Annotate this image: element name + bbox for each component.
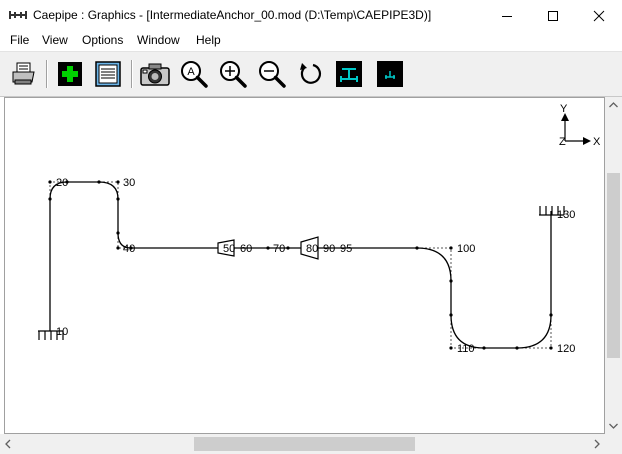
section-button[interactable] (333, 58, 365, 90)
scroll-left-icon[interactable] (0, 434, 17, 454)
scroll-up-icon[interactable] (605, 97, 622, 114)
menu-bar: File View Options Window Help (0, 31, 622, 52)
node-label-130: 130 (557, 209, 575, 221)
zoom-out-icon (259, 61, 286, 88)
menu-help[interactable]: Help (196, 33, 221, 47)
axis-x-label: X (593, 136, 601, 148)
app-icon (9, 11, 27, 19)
vertical-scroll-thumb[interactable] (607, 173, 620, 358)
rotate-button[interactable] (295, 58, 327, 90)
node-label-30: 30 (123, 177, 135, 189)
node-label-70: 70 (273, 243, 285, 255)
list-icon (95, 61, 121, 87)
node-label-95: 95 (340, 243, 352, 255)
toolbar: A (0, 52, 622, 97)
pipe-run (49, 181, 552, 349)
maximize-button[interactable] (530, 0, 576, 31)
camera-icon (140, 63, 170, 86)
small-section-button[interactable] (374, 58, 406, 90)
list-button[interactable] (92, 58, 124, 90)
scrollbar-corner (605, 434, 622, 454)
window-title: Caepipe : Graphics - [IntermediateAnchor… (33, 8, 432, 22)
zoom-out-button[interactable] (256, 58, 288, 90)
zoom-in-button[interactable] (217, 58, 249, 90)
close-button[interactable] (576, 0, 622, 31)
axis-triad: Y Z X (559, 103, 601, 148)
snapshot-button[interactable] (139, 58, 171, 90)
print-icon (12, 62, 35, 85)
horizontal-scroll-thumb[interactable] (194, 437, 415, 451)
svg-text:A: A (187, 66, 195, 78)
menu-file[interactable]: File (10, 33, 29, 47)
node-label-100: 100 (457, 243, 475, 255)
title-bar: Caepipe : Graphics - [IntermediateAnchor… (0, 0, 622, 31)
rotate-icon (300, 63, 322, 84)
bend-construction-lines (49, 181, 552, 349)
toolbar-separator (46, 60, 48, 88)
vertical-scrollbar[interactable] (605, 97, 622, 434)
node-label-20: 20 (56, 177, 68, 189)
print-button[interactable] (8, 58, 40, 90)
menu-view[interactable]: View (42, 33, 68, 47)
minimize-icon (502, 15, 512, 17)
menu-window[interactable]: Window (137, 33, 180, 47)
node-label-40: 40 (123, 243, 135, 255)
node-label-80: 80 (306, 243, 318, 255)
toolbar-separator (131, 60, 133, 88)
small-section-icon (377, 61, 403, 87)
axis-y-label: Y (560, 103, 568, 115)
zoom-in-icon (220, 61, 247, 88)
node-points (48, 180, 553, 350)
node-label-110: 110 (457, 343, 475, 355)
axis-z-label: Z (559, 136, 566, 148)
node-label-120: 120 (557, 343, 575, 355)
node-label-60: 60 (240, 243, 252, 255)
node-label-50: 50 (223, 243, 235, 255)
zoom-auto-icon: A (181, 61, 208, 88)
scroll-down-icon[interactable] (605, 417, 622, 434)
add-button[interactable] (54, 58, 86, 90)
node-label-90: 90 (323, 243, 335, 255)
section-icon (336, 61, 362, 87)
add-icon (58, 62, 82, 86)
minimize-button[interactable] (484, 0, 530, 31)
close-icon (593, 10, 605, 21)
graphics-canvas[interactable]: 10 20 30 40 50 60 70 80 90 95 100 110 12… (4, 97, 605, 434)
horizontal-scrollbar[interactable] (0, 434, 605, 454)
piping-drawing: 10 20 30 40 50 60 70 80 90 95 100 110 12… (38, 103, 601, 355)
scroll-right-icon[interactable] (588, 434, 605, 454)
menu-options[interactable]: Options (82, 33, 123, 47)
node-label-10: 10 (56, 326, 68, 338)
maximize-icon (548, 10, 558, 21)
zoom-auto-button[interactable]: A (178, 58, 210, 90)
